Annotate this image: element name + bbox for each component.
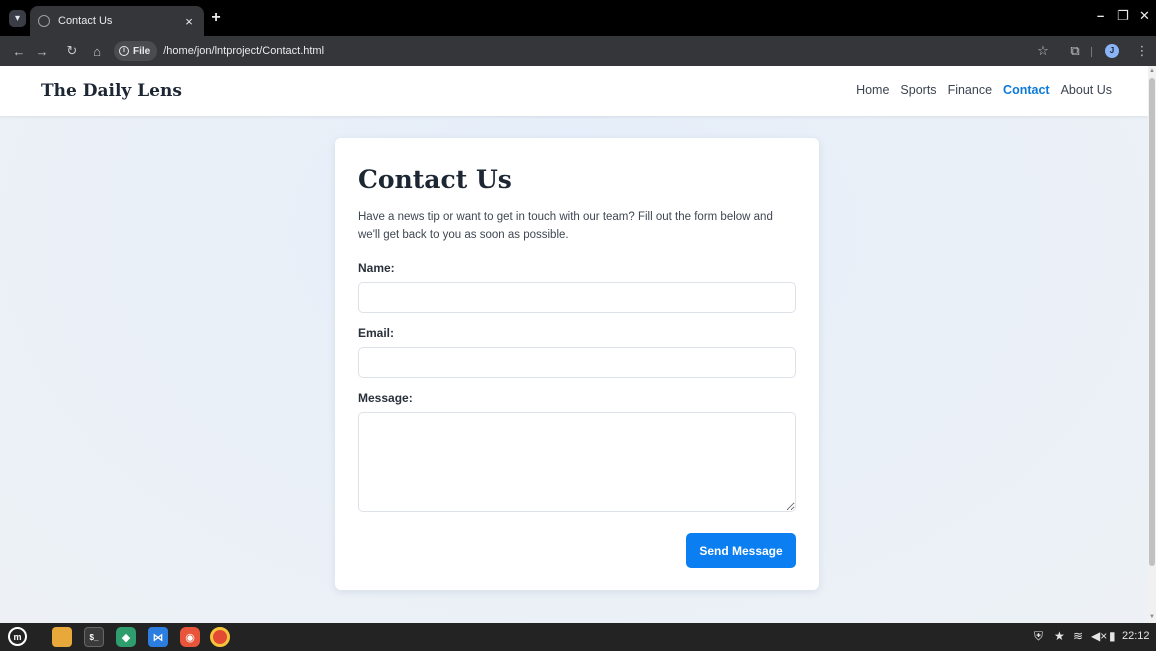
email-input[interactable] <box>358 347 796 378</box>
shield-icon[interactable]: ⛨ <box>1034 629 1043 644</box>
clock[interactable]: 22:12 <box>1122 630 1150 642</box>
page-viewport: The Daily Lens Home Sports Finance Conta… <box>0 66 1148 623</box>
address-chip-label: File <box>133 45 151 57</box>
scroll-down-icon[interactable]: ▼ <box>1148 614 1156 620</box>
extensions-icon[interactable]: ⧉ <box>1066 42 1084 60</box>
plus-icon[interactable]: + <box>208 10 224 26</box>
files-icon[interactable] <box>52 627 72 647</box>
site-brand[interactable]: The Daily Lens <box>41 81 182 101</box>
page-title: Contact Us <box>358 165 512 194</box>
toolbar-divider <box>1091 47 1092 57</box>
scrollbar-thumb[interactable] <box>1149 78 1155 566</box>
nav-about-us[interactable]: About Us <box>1061 83 1112 97</box>
intro-text: Have a news tip or want to get in touch … <box>358 211 773 241</box>
chrome-icon[interactable] <box>210 627 230 647</box>
page-scrollbar[interactable]: ▲ ▼ <box>1148 66 1156 623</box>
tab-search-icon[interactable]: ▾ <box>9 10 26 27</box>
back-arrow-icon[interactable]: ← <box>10 42 28 60</box>
battery-icon[interactable]: ▮ <box>1109 629 1116 643</box>
contact-card: Contact Us Have a news tip or want to ge… <box>335 138 819 590</box>
tab-bar: ▾ Contact Us × + – ❐ ✕ <box>0 0 1156 36</box>
address-url[interactable]: /home/jon/lntproject/Contact.html <box>163 45 324 57</box>
info-icon: i <box>119 46 129 56</box>
app-icon[interactable]: ◉ <box>180 627 200 647</box>
star-icon[interactable]: ☆ <box>1034 42 1052 60</box>
volume-icon[interactable]: ◀× <box>1091 629 1107 643</box>
site-header: The Daily Lens Home Sports Finance Conta… <box>0 66 1148 116</box>
minimize-icon[interactable]: – <box>1097 8 1104 23</box>
tab-title: Contact Us <box>58 15 113 27</box>
nav-contact[interactable]: Contact <box>1003 83 1050 97</box>
browser-toolbar: ← → ↻ ⌂ i File /home/jon/lntproject/Cont… <box>0 36 1156 66</box>
email-label: Email: <box>358 326 395 340</box>
mint-menu-icon[interactable]: m <box>8 627 27 646</box>
browser-tab[interactable]: Contact Us × <box>30 6 204 36</box>
close-icon[interactable]: ✕ <box>1139 8 1150 24</box>
address-bar[interactable]: i File /home/jon/lntproject/Contact.html <box>112 39 1022 63</box>
kebab-menu-icon[interactable]: ⋮ <box>1133 42 1151 60</box>
vscode-icon[interactable]: ⋈ <box>148 627 168 647</box>
restore-icon[interactable]: ❐ <box>1117 8 1129 24</box>
send-message-button[interactable]: Send Message <box>686 533 796 568</box>
close-icon[interactable]: × <box>182 14 196 29</box>
os-taskbar: m $_ ◆ ⋈ ◉ ⛨ ★ ≋ ◀× ▮ 22:12 <box>0 623 1156 651</box>
home-icon[interactable]: ⌂ <box>88 42 106 60</box>
star-icon[interactable]: ★ <box>1054 629 1065 643</box>
site-info-chip[interactable]: i File <box>114 41 158 61</box>
name-label: Name: <box>358 261 395 275</box>
profile-avatar[interactable]: J <box>1105 44 1119 58</box>
nav-sports[interactable]: Sports <box>900 83 936 97</box>
message-textarea[interactable] <box>358 412 796 512</box>
nav-finance[interactable]: Finance <box>948 83 992 97</box>
forward-arrow-icon[interactable]: → <box>33 42 51 60</box>
site-nav: Home Sports Finance Contact About Us <box>845 83 1112 97</box>
name-input[interactable] <box>358 282 796 313</box>
nav-home[interactable]: Home <box>856 83 889 97</box>
reload-icon[interactable]: ↻ <box>63 42 81 60</box>
wifi-icon[interactable]: ≋ <box>1073 629 1083 643</box>
globe-icon <box>38 15 50 27</box>
app-icon[interactable]: ◆ <box>116 627 136 647</box>
message-label: Message: <box>358 391 413 405</box>
terminal-icon[interactable]: $_ <box>84 627 104 647</box>
scroll-up-icon[interactable]: ▲ <box>1148 68 1156 74</box>
